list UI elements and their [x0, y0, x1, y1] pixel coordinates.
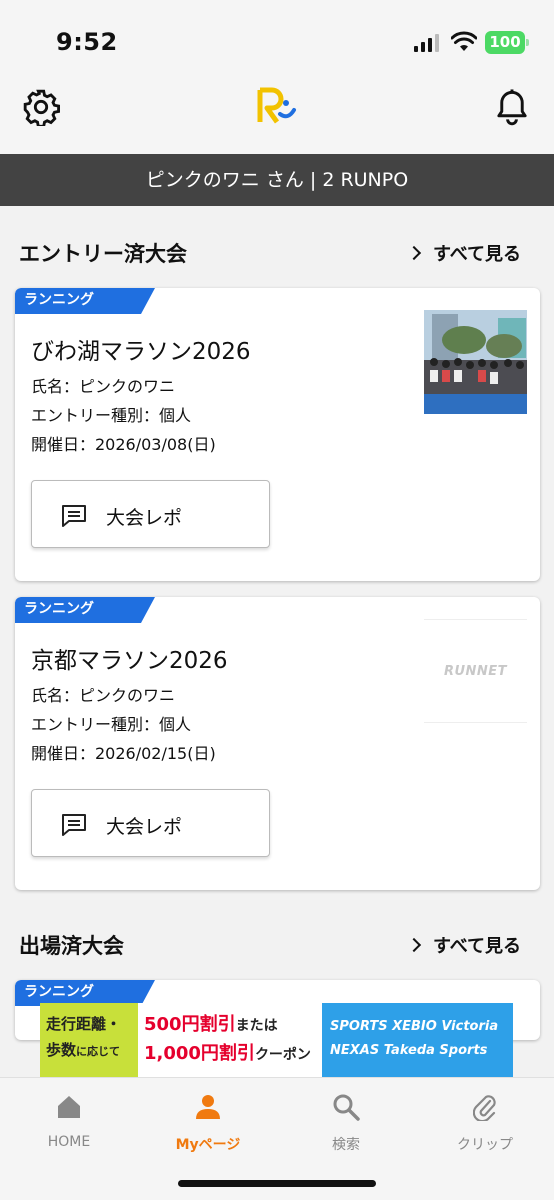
ad-text: または — [235, 1018, 278, 1034]
ad-right-panel: SPORTS XEBIO Victoria NEXAS Takeda Sport… — [322, 1003, 513, 1077]
runnet-logo-icon[interactable] — [256, 86, 298, 128]
entry-type: エントリー種別：個人 — [31, 715, 192, 734]
event-card[interactable]: ランニング 京都マラソン2026 氏名：ピンクのワニ エントリー種別：個人 開催… — [15, 597, 540, 890]
ad-text: 歩数 — [46, 1041, 77, 1059]
paperclip-icon — [473, 1095, 496, 1121]
runnet-placeholder-logo: RUNNET — [443, 663, 508, 679]
tab-label: Myページ — [175, 1137, 241, 1153]
section-title: 出場済大会 — [19, 934, 124, 958]
tab-label: クリップ — [457, 1137, 513, 1153]
battery-indicator: 100 — [485, 31, 529, 54]
ad-text: 500円割引 — [144, 1014, 236, 1035]
event-photo-placeholder[interactable]: RUNNET — [424, 619, 527, 723]
event-name: 京都マラソン2026 — [31, 648, 228, 674]
home-icon — [58, 1096, 80, 1118]
comment-icon — [62, 814, 86, 836]
tab-label: 検索 — [332, 1137, 360, 1153]
see-all-link[interactable]: すべて見る — [409, 240, 521, 266]
cellular-signal-icon — [414, 34, 440, 52]
entered-section-header: エントリー済大会 すべて見る — [0, 226, 554, 276]
gear-icon[interactable] — [22, 88, 60, 126]
entry-type: エントリー種別：個人 — [31, 406, 192, 425]
runner-name: 氏名：ピンクのワニ — [31, 377, 176, 396]
race-report-label: 大会レポ — [106, 507, 183, 529]
ad-middle-panel: 500円割引または 1,000円割引クーポン — [138, 1003, 322, 1077]
ad-text: クーポン — [254, 1047, 311, 1063]
event-name: びわ湖マラソン2026 — [31, 339, 251, 365]
ad-left-panel: 走行距離・ 歩数に応じて — [40, 1003, 138, 1077]
ad-text: 1,000円割引 — [144, 1043, 255, 1064]
event-date: 開催日：2026/02/15(日) — [31, 744, 216, 763]
tab-clip[interactable]: クリップ — [416, 1092, 554, 1154]
event-card[interactable]: ランニング びわ湖マラソン2026 氏名：ピンクのワニ エントリー種別：個人 開… — [15, 288, 540, 581]
participated-section-header: 出場済大会 すべて見る — [0, 918, 554, 968]
comment-icon — [62, 505, 86, 527]
category-tag: ランニング — [15, 597, 155, 623]
race-report-button[interactable]: 大会レポ — [31, 789, 270, 857]
see-all-link[interactable]: すべて見る — [409, 932, 521, 958]
search-icon — [333, 1094, 360, 1121]
bell-icon[interactable] — [494, 88, 530, 126]
event-photo[interactable] — [424, 310, 527, 414]
event-date: 開催日：2026/03/08(日) — [31, 435, 216, 454]
runner-name: 氏名：ピンクのワニ — [31, 686, 176, 705]
race-report-label: 大会レポ — [106, 816, 183, 838]
ad-banner[interactable]: 走行距離・ 歩数に応じて 500円割引または 1,000円割引クーポン SPOR… — [40, 1003, 513, 1077]
race-report-button[interactable]: 大会レポ — [31, 480, 270, 548]
tab-home[interactable]: HOME — [0, 1092, 138, 1150]
app-header — [0, 80, 554, 154]
category-tag: ランニング — [15, 288, 155, 314]
user-runpo-bar: ピンクのワニ さん | 2 RUNPO — [0, 154, 554, 206]
wifi-icon — [451, 31, 477, 51]
tab-search[interactable]: 検索 — [277, 1092, 415, 1154]
status-bar: 9:52 100 — [0, 0, 554, 80]
home-indicator — [178, 1180, 376, 1187]
tab-label: HOME — [47, 1134, 91, 1150]
tab-mypage[interactable]: Myページ — [139, 1092, 277, 1154]
clock: 9:52 — [56, 28, 118, 56]
ad-text: NEXAS Takeda Sports — [330, 1043, 488, 1058]
ad-text: に応じて — [76, 1045, 121, 1058]
ad-text: SPORTS XEBIO Victoria — [330, 1019, 499, 1034]
person-icon — [196, 1095, 220, 1119]
ad-text: 走行距離・ — [46, 1015, 122, 1033]
section-title: エントリー済大会 — [19, 242, 187, 266]
